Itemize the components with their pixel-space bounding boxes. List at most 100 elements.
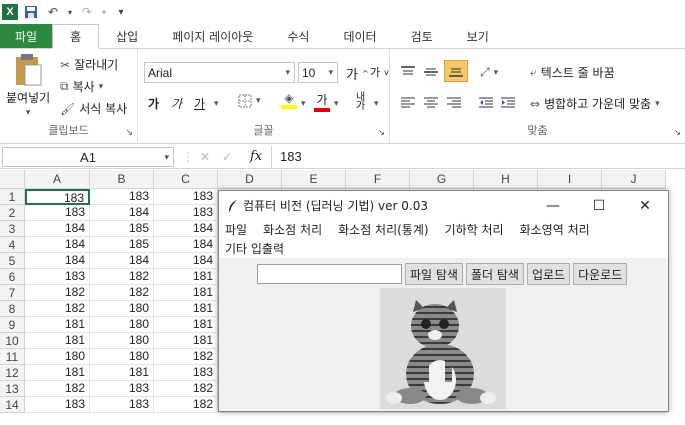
align-top-icon[interactable]	[400, 65, 416, 79]
paste-dropdown-icon[interactable]: ▾	[26, 108, 31, 118]
bold-button[interactable]: 가	[148, 95, 159, 112]
increase-indent-icon[interactable]	[500, 96, 516, 110]
fill-color-button[interactable]: ◈	[281, 91, 297, 109]
folder-browse-button[interactable]: 폴더 탐색	[465, 263, 524, 285]
italic-button[interactable]: 가	[171, 95, 182, 112]
row-header[interactable]: 10	[0, 333, 25, 349]
row-header[interactable]: 5	[0, 253, 25, 269]
cell[interactable]: 181	[154, 285, 218, 301]
undo-dropdown-icon[interactable]: ▾	[66, 3, 74, 21]
save-icon[interactable]	[22, 3, 40, 21]
align-right-icon[interactable]	[446, 96, 462, 110]
copy-button[interactable]: ⧉ 복사 ▾	[60, 78, 103, 95]
cell[interactable]: 184	[154, 253, 218, 269]
formula-input[interactable]: 183	[280, 149, 302, 164]
column-header-c[interactable]: C	[154, 170, 218, 189]
column-header-i[interactable]: I	[538, 170, 602, 189]
name-box-dropdown-icon[interactable]: ▾	[164, 152, 169, 163]
cancel-icon[interactable]: ✕	[200, 150, 210, 164]
tab-review[interactable]: 검토	[394, 24, 450, 48]
cell[interactable]: 181	[154, 301, 218, 317]
cell[interactable]: 183	[90, 189, 154, 205]
maximize-icon[interactable]: ☐	[576, 191, 622, 220]
cell[interactable]: 180	[90, 333, 154, 349]
cell[interactable]: 183	[154, 189, 218, 205]
menu-geometry[interactable]: 기하학 처리	[445, 221, 504, 238]
redo-dropdown-icon[interactable]: ▾	[100, 3, 108, 21]
cell[interactable]: 181	[154, 333, 218, 349]
cell[interactable]: 182	[25, 301, 90, 317]
tab-insert[interactable]: 삽입	[99, 24, 155, 48]
tab-home[interactable]: 홈	[52, 24, 100, 49]
cell[interactable]: 181	[25, 333, 90, 349]
cell[interactable]: 182	[25, 381, 90, 397]
menu-pixel-area[interactable]: 화소영역 처리	[520, 221, 590, 238]
enter-icon[interactable]: ✓	[222, 150, 232, 164]
cut-button[interactable]: ✂ 잘라내기	[60, 56, 118, 73]
cell[interactable]: 184	[25, 253, 90, 269]
cell[interactable]: 183	[25, 397, 90, 413]
align-middle-icon[interactable]	[423, 65, 439, 79]
undo-icon[interactable]: ↶	[44, 3, 62, 21]
cell[interactable]: 181	[154, 317, 218, 333]
cell[interactable]: 184	[25, 221, 90, 237]
cell[interactable]: 184	[90, 205, 154, 221]
clipboard-launcher-icon[interactable]: ↘	[125, 128, 133, 138]
formula-bar-splitter-icon[interactable]: ⋮	[182, 150, 194, 164]
row-header[interactable]: 11	[0, 349, 25, 365]
cell[interactable]: 185	[90, 237, 154, 253]
underline-dropdown-icon[interactable]: ▾	[214, 99, 219, 109]
align-left-icon[interactable]	[400, 96, 416, 110]
close-icon[interactable]: ✕	[622, 191, 668, 220]
row-header[interactable]: 6	[0, 269, 25, 285]
cell[interactable]: 185	[90, 221, 154, 237]
column-header-j[interactable]: J	[602, 170, 666, 189]
menu-pixel-point[interactable]: 화소점 처리	[263, 221, 322, 238]
cell[interactable]: 183	[25, 189, 90, 205]
cell[interactable]: 182	[25, 285, 90, 301]
cell[interactable]: 183	[154, 205, 218, 221]
column-header-d[interactable]: D	[218, 170, 282, 189]
tab-view[interactable]: 보기	[450, 24, 506, 48]
cell[interactable]: 182	[154, 349, 218, 365]
border-button[interactable]: ▾	[238, 94, 261, 108]
decrease-indent-icon[interactable]	[478, 96, 494, 110]
row-header[interactable]: 12	[0, 365, 25, 381]
cell[interactable]: 181	[25, 365, 90, 381]
merge-center-button[interactable]: ⇔ 병합하고 가운데 맞춤 ▾	[530, 95, 660, 112]
customize-qat-icon[interactable]: ▾	[112, 3, 130, 21]
column-header-g[interactable]: G	[410, 170, 474, 189]
cell[interactable]: 183	[25, 205, 90, 221]
wrap-text-button[interactable]: ⤶ 텍스트 줄 바꿈	[530, 64, 615, 81]
cell[interactable]: 183	[25, 269, 90, 285]
cell[interactable]: 181	[90, 365, 154, 381]
tab-file[interactable]: 파일	[0, 24, 53, 48]
font-size-select[interactable]: 10 ▾	[298, 62, 338, 83]
cell[interactable]: 183	[90, 381, 154, 397]
row-header[interactable]: 1	[0, 189, 25, 205]
insert-function-icon[interactable]: fx	[250, 149, 262, 164]
cell[interactable]: 182	[154, 397, 218, 413]
align-bottom-button[interactable]	[444, 60, 468, 82]
cell[interactable]: 180	[90, 349, 154, 365]
select-all-corner[interactable]	[0, 170, 25, 189]
row-header[interactable]: 3	[0, 221, 25, 237]
row-header[interactable]: 8	[0, 301, 25, 317]
grow-font-icon[interactable]: 가 ^	[346, 64, 369, 83]
orientation-button[interactable]: ⤢ ▾	[480, 65, 498, 80]
row-header[interactable]: 14	[0, 397, 25, 413]
row-header[interactable]: 4	[0, 237, 25, 253]
tab-formulas[interactable]: 수식	[270, 24, 326, 48]
font-name-select[interactable]: Arial ▾	[144, 62, 295, 83]
alignment-launcher-icon[interactable]: ↘	[673, 128, 681, 138]
row-header[interactable]: 9	[0, 317, 25, 333]
paste-button[interactable]: 붙여넣기 ▾	[6, 53, 50, 118]
cell[interactable]: 180	[25, 349, 90, 365]
copy-dropdown-icon[interactable]: ▾	[99, 82, 104, 92]
phonetic-guide-icon[interactable]: 내가	[356, 93, 365, 112]
column-header-h[interactable]: H	[474, 170, 538, 189]
cell[interactable]: 180	[90, 317, 154, 333]
cell[interactable]: 184	[154, 221, 218, 237]
menu-pixel-point-stats[interactable]: 화소점 처리(통계)	[338, 221, 428, 238]
cell[interactable]: 181	[25, 317, 90, 333]
